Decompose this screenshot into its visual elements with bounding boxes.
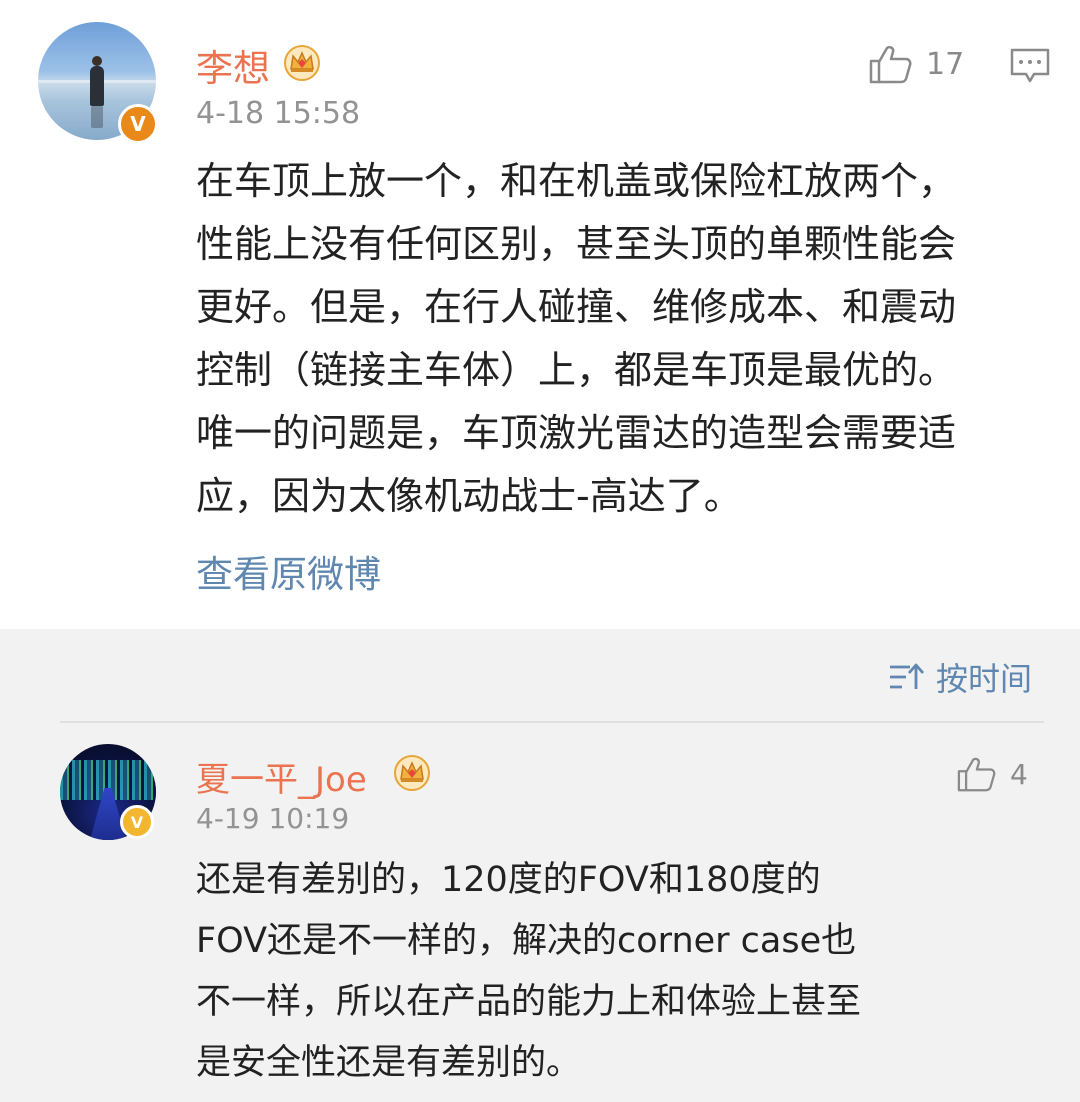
reply-line: 还是有差别的，120度的FOV和180度的 bbox=[196, 860, 821, 900]
verified-icon: V bbox=[118, 104, 158, 144]
reply-line: FOV还是不一样的，解决的corner case也 bbox=[196, 921, 857, 961]
sort-label: 按时间 bbox=[936, 660, 1033, 698]
reply-line: 是安全性还是有差别的。 bbox=[196, 1043, 582, 1083]
crown-icon bbox=[394, 755, 430, 791]
thumbs-up-icon bbox=[957, 757, 996, 792]
timestamp: 4-18 15:58 bbox=[196, 96, 361, 131]
comment-line: 性能上没有任何区别，甚至头顶的单颗性能会 bbox=[196, 222, 957, 266]
verified-icon: V bbox=[120, 805, 154, 839]
reply-like-count: 4 bbox=[1010, 757, 1028, 791]
reply-body: 还是有差别的，120度的FOV和180度的 FOV还是不一样的，解决的corne… bbox=[196, 850, 861, 1094]
comment-line: 更好。但是，在行人碰撞、维修成本、和震动 bbox=[196, 285, 957, 329]
sort-by-time-button[interactable]: 按时间 bbox=[888, 654, 1032, 700]
comment-body: 在车顶上放一个，和在机盖或保险杠放两个， 性能上没有任何区别，甚至头顶的单颗性能… bbox=[196, 150, 956, 528]
reply-author-name[interactable]: 夏一平_Joe bbox=[196, 752, 367, 801]
crown-icon bbox=[284, 45, 320, 81]
comment-line: 在车顶上放一个，和在机盖或保险杠放两个， bbox=[196, 159, 957, 203]
like-button[interactable]: 17 bbox=[868, 44, 964, 84]
sort-icon bbox=[890, 663, 925, 689]
reply-timestamp: 4-19 10:19 bbox=[196, 802, 350, 835]
comment-icon[interactable] bbox=[1008, 46, 1052, 86]
author-name[interactable]: 李想 bbox=[196, 38, 270, 92]
reply-like-button[interactable]: 4 bbox=[956, 756, 1028, 792]
like-count: 17 bbox=[926, 46, 965, 82]
thumbs-up-icon bbox=[869, 45, 912, 84]
view-original-link[interactable]: 查看原微博 bbox=[196, 544, 381, 598]
divider bbox=[60, 721, 1044, 723]
comment-line: 应，因为太像机动战士-高达了。 bbox=[196, 474, 742, 518]
comment-line: 唯一的问题是，车顶激光雷达的造型会需要适 bbox=[196, 411, 957, 455]
weibo-comment-page: V 李想 4-18 15:58 17 在车顶上放一个，和在机盖或保险杠放两个， … bbox=[0, 0, 1080, 1102]
comment-line: 控制（链接主车体）上，都是车顶是最优的。 bbox=[196, 348, 957, 392]
reply-line: 不一样，所以在产品的能力上和体验上甚至 bbox=[196, 982, 862, 1022]
